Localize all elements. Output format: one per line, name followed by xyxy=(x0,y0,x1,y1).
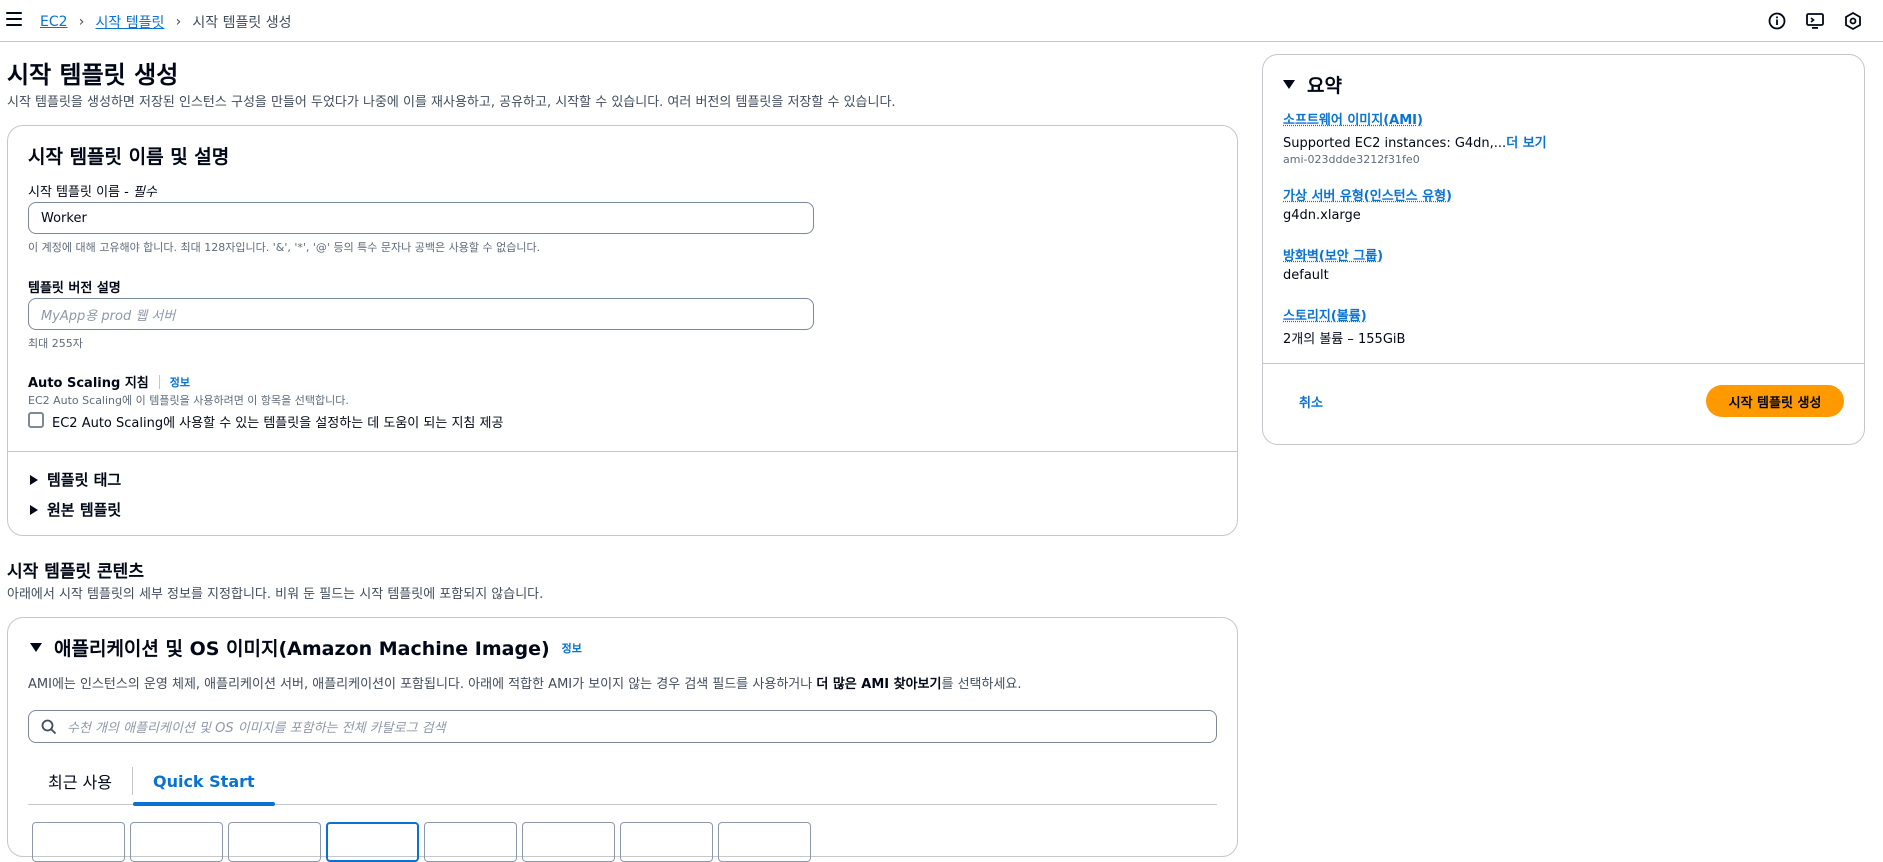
ami-description-suffix: 를 선택하세요. xyxy=(941,677,1021,692)
ami-tile[interactable] xyxy=(718,822,811,862)
section-divider xyxy=(8,451,1237,452)
summary-instance-type-value: g4dn.xlarge xyxy=(1283,208,1452,223)
asg-guidance-label: Auto Scaling 지침 xyxy=(28,372,149,391)
ami-tabs: 최근 사용 Quick Start xyxy=(28,758,1217,805)
ami-description-text: AMI에는 인스턴스의 운영 체제, 애플리케이션 서버, 애플리케이션이 포함… xyxy=(28,677,816,692)
top-navigation-bar: EC2 › 시작 템플릿 › 시작 템플릿 생성 xyxy=(0,0,1883,42)
template-name-value: Worker xyxy=(41,211,87,226)
chevron-right-icon: › xyxy=(68,14,96,30)
template-version-input[interactable]: MyApp용 prod 웹 서버 xyxy=(28,298,814,330)
tab-recently-used[interactable]: 최근 사용 xyxy=(28,758,132,805)
ami-section-title: 애플리케이션 및 OS 이미지(Amazon Machine Image) xyxy=(54,634,550,661)
menu-icon[interactable] xyxy=(6,12,22,28)
info-icon[interactable] xyxy=(1767,11,1787,31)
summary-instance-type: 가상 서버 유형(인스턴스 유형) g4dn.xlarge xyxy=(1283,185,1452,223)
summary-firewall: 방화벽(보안 그룹) default xyxy=(1283,245,1383,283)
ami-search-placeholder: 수천 개의 애플리케이션 및 OS 이미지를 포함하는 전체 카탈로그 검색 xyxy=(67,717,446,736)
summary-header[interactable]: 요약 xyxy=(1283,71,1342,98)
summary-storage-key[interactable]: 스토리지(볼륨) xyxy=(1283,305,1405,324)
summary-ami-value: Supported EC2 instances: G4dn,...더 보기 xyxy=(1283,132,1547,151)
caret-down-icon xyxy=(30,643,42,652)
template-name-section-title: 시작 템플릿 이름 및 설명 xyxy=(28,142,229,169)
ami-tile[interactable] xyxy=(522,822,615,862)
breadcrumb: EC2 › 시작 템플릿 › 시작 템플릿 생성 xyxy=(40,12,291,32)
summary-firewall-value: default xyxy=(1283,268,1383,283)
summary-ami-key[interactable]: 소프트웨어 이미지(AMI) xyxy=(1283,109,1547,128)
ami-section-header[interactable]: 애플리케이션 및 OS 이미지(Amazon Machine Image) 정보 xyxy=(30,634,582,661)
template-content-title: 시작 템플릿 콘텐츠 xyxy=(7,557,144,582)
caret-right-icon xyxy=(30,505,38,515)
asg-guidance-checkbox-label[interactable]: EC2 Auto Scaling에 사용할 수 있는 템플릿을 설정하는 데 도… xyxy=(52,412,503,431)
breadcrumb-ec2-link[interactable]: EC2 xyxy=(40,14,68,30)
summary-firewall-key[interactable]: 방화벽(보안 그룹) xyxy=(1283,245,1383,264)
chevron-right-icon: › xyxy=(164,14,192,30)
summary-panel: 요약 소프트웨어 이미지(AMI) Supported EC2 instance… xyxy=(1262,54,1865,445)
template-name-hint: 이 계정에 대해 고유해야 합니다. 최대 128자입니다. '&', '*',… xyxy=(28,239,540,255)
ami-quick-start-tiles xyxy=(32,822,811,862)
header-tools xyxy=(1767,11,1863,31)
template-name-label-text: 시작 템플릿 이름 - xyxy=(28,185,133,200)
summary-storage-value: 2개의 볼륨 – 155GiB xyxy=(1283,328,1405,347)
ami-search-input[interactable]: 수천 개의 애플리케이션 및 OS 이미지를 포함하는 전체 카탈로그 검색 xyxy=(28,710,1217,743)
summary-ami-value-text: Supported EC2 instances: G4dn,... xyxy=(1283,136,1506,151)
ami-info-link[interactable]: 정보 xyxy=(562,640,582,656)
summary-divider xyxy=(1263,363,1864,364)
browse-more-amis-text: 더 많은 AMI 찾아보기 xyxy=(816,677,941,692)
asg-guidance-header: Auto Scaling 지침 정보 xyxy=(28,372,190,391)
divider xyxy=(159,375,160,389)
summary-storage: 스토리지(볼륨) 2개의 볼륨 – 155GiB xyxy=(1283,305,1405,347)
ami-tile[interactable] xyxy=(620,822,713,862)
breadcrumb-current: 시작 템플릿 생성 xyxy=(192,12,291,32)
template-content-description: 아래에서 시작 템플릿의 세부 정보를 지정합니다. 비워 둔 필드는 시작 템… xyxy=(7,583,543,602)
source-template-label: 원본 템플릿 xyxy=(47,499,121,520)
template-name-input[interactable]: Worker xyxy=(28,202,814,234)
asg-info-link[interactable]: 정보 xyxy=(170,374,190,390)
ami-tile[interactable] xyxy=(424,822,517,862)
asg-guidance-checkbox[interactable] xyxy=(28,412,44,428)
template-tags-label: 템플릿 태그 xyxy=(47,469,121,490)
show-more-link[interactable]: 더 보기 xyxy=(1506,136,1546,151)
template-version-label: 템플릿 버전 설명 xyxy=(28,277,121,296)
template-name-card: 시작 템플릿 이름 및 설명 시작 템플릿 이름 - 필수 Worker 이 계… xyxy=(7,125,1238,536)
template-tags-expander[interactable]: 템플릿 태그 xyxy=(30,469,121,490)
cancel-button[interactable]: 취소 xyxy=(1299,392,1323,411)
template-name-label: 시작 템플릿 이름 - 필수 xyxy=(28,181,157,200)
ami-tile[interactable] xyxy=(32,822,125,862)
source-template-expander[interactable]: 원본 템플릿 xyxy=(30,499,121,520)
tab-quick-start[interactable]: Quick Start xyxy=(133,758,275,805)
create-launch-template-button[interactable]: 시작 템플릿 생성 xyxy=(1706,385,1844,417)
ami-tile-selected[interactable] xyxy=(326,822,419,862)
settings-icon[interactable] xyxy=(1843,11,1863,31)
summary-instance-type-key[interactable]: 가상 서버 유형(인스턴스 유형) xyxy=(1283,185,1452,204)
required-marker: 필수 xyxy=(133,185,157,200)
ami-description: AMI에는 인스턴스의 운영 체제, 애플리케이션 서버, 애플리케이션이 포함… xyxy=(28,673,1022,692)
page-title: 시작 템플릿 생성 xyxy=(7,55,178,90)
search-icon xyxy=(41,719,57,735)
caret-down-icon xyxy=(1283,80,1295,89)
summary-ami-id: ami-023ddde3212f31fe0 xyxy=(1283,153,1547,166)
page-description: 시작 템플릿을 생성하면 저장된 인스턴스 구성을 만들어 두었다가 나중에 이… xyxy=(7,91,896,110)
template-version-placeholder: MyApp용 prod 웹 서버 xyxy=(41,305,175,324)
breadcrumb-launch-templates-link[interactable]: 시작 템플릿 xyxy=(96,12,165,32)
summary-title: 요약 xyxy=(1307,71,1342,98)
ami-card: 애플리케이션 및 OS 이미지(Amazon Machine Image) 정보… xyxy=(7,617,1238,857)
ami-tile[interactable] xyxy=(228,822,321,862)
cloudshell-icon[interactable] xyxy=(1805,11,1825,31)
template-version-hint: 최대 255자 xyxy=(28,335,83,351)
caret-right-icon xyxy=(30,475,38,485)
ami-tile[interactable] xyxy=(130,822,223,862)
summary-ami: 소프트웨어 이미지(AMI) Supported EC2 instances: … xyxy=(1283,109,1547,166)
asg-guidance-description: EC2 Auto Scaling에 이 템플릿을 사용하려면 이 항목을 선택합… xyxy=(28,392,349,408)
